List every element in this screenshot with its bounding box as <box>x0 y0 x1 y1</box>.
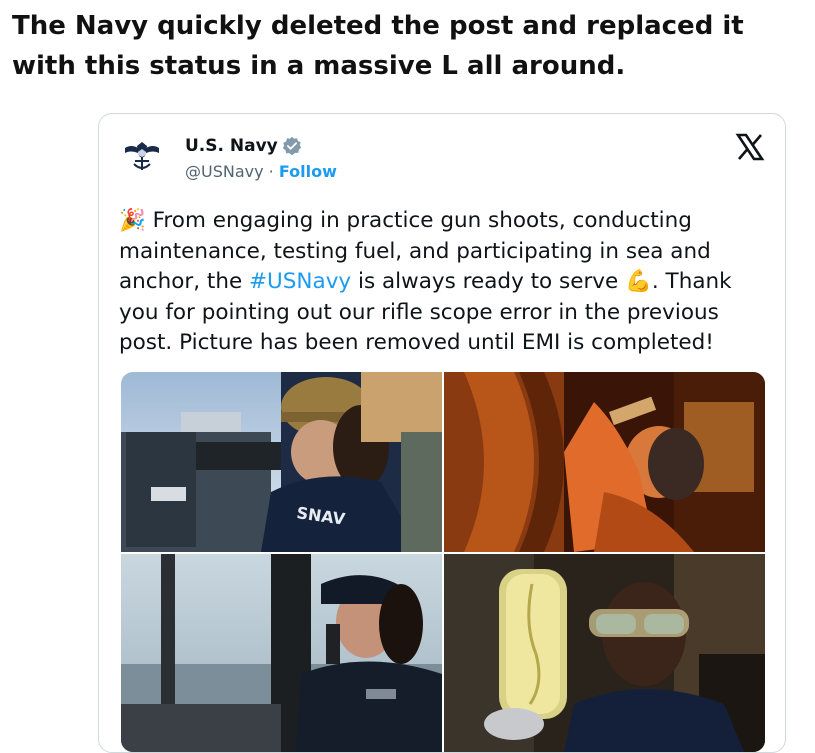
handle-separator: · <box>263 162 279 181</box>
photo-sailor-on-bridge-radio[interactable] <box>121 554 442 752</box>
photo-sailor-inspecting-fuel[interactable] <box>444 554 765 752</box>
photo-sailor-maintenance[interactable] <box>444 372 765 552</box>
x-logo-icon[interactable] <box>735 132 765 162</box>
verified-badge-icon <box>282 136 301 156</box>
flexed-biceps-emoji: 💪 <box>625 269 652 294</box>
embedded-tweet-card[interactable]: U.S. Navy @USNavy · Follow 🎉 From engagi… <box>98 113 786 753</box>
author-name[interactable]: U.S. Navy <box>185 136 278 156</box>
navy-logo-avatar[interactable] <box>121 134 163 176</box>
author-handle[interactable]: @USNavy <box>185 162 264 181</box>
hashtag-link[interactable]: #USNavy <box>249 269 351 294</box>
handle-row: @USNavy · Follow <box>185 162 337 181</box>
tweet-text: 🎉 From engaging in practice gun shoots, … <box>119 206 769 359</box>
media-grid: SNAV <box>121 372 765 752</box>
follow-button[interactable]: Follow <box>279 162 337 181</box>
page-headline: The Navy quickly deleted the post and re… <box>12 11 744 81</box>
photo-sailor-aiming-gun[interactable]: SNAV <box>121 372 442 552</box>
tweet-text-part2: is always ready to serve <box>351 269 626 294</box>
party-popper-emoji: 🎉 <box>119 208 146 233</box>
author-name-row[interactable]: U.S. Navy <box>185 136 302 156</box>
